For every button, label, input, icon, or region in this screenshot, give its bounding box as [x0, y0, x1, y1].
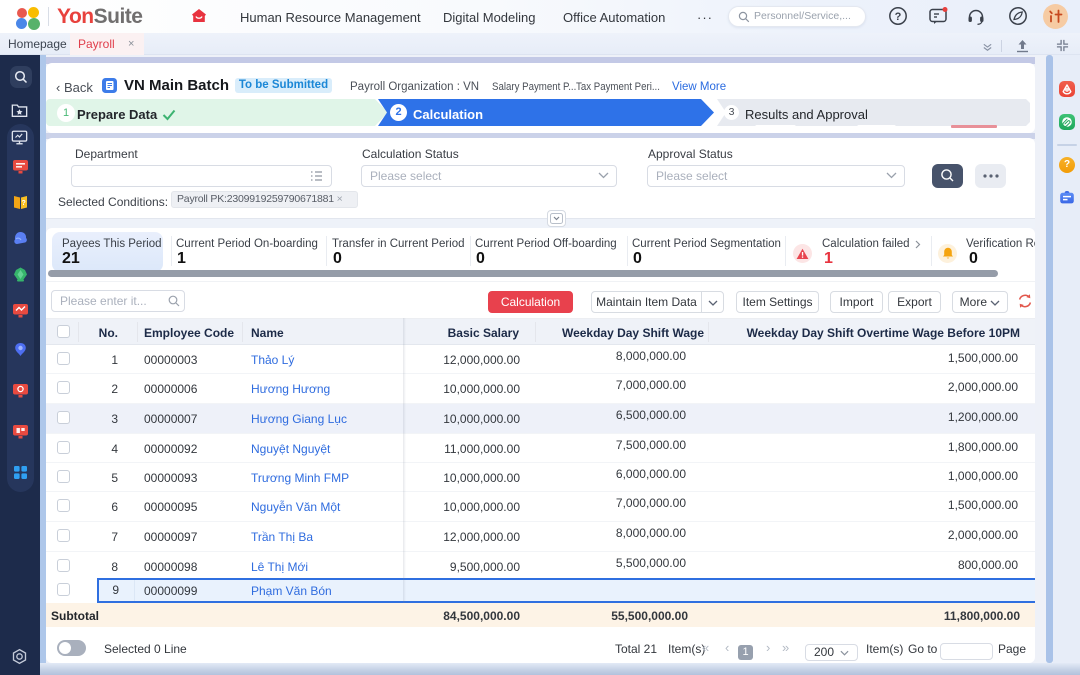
svg-text:?: ?	[895, 11, 902, 23]
svg-text:?: ?	[22, 200, 26, 207]
